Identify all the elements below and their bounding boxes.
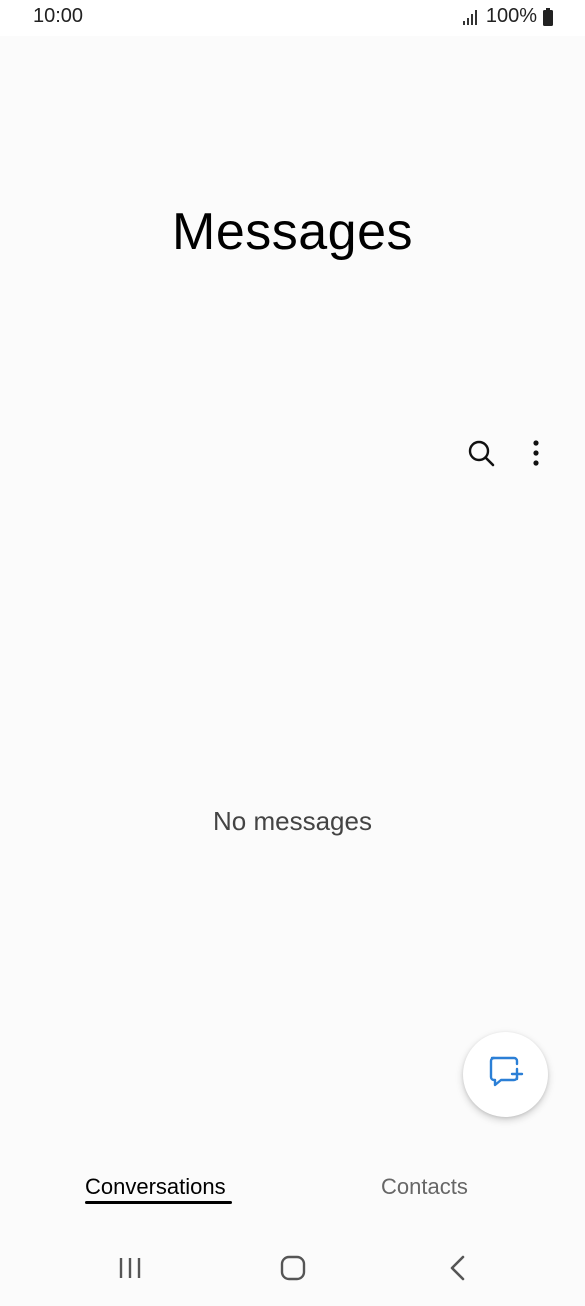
tab-conversations[interactable]: Conversations [85,1174,226,1200]
back-button[interactable] [428,1248,488,1292]
more-options-button[interactable] [514,433,558,477]
tab-contacts[interactable]: Contacts [381,1174,468,1200]
back-icon [449,1255,467,1286]
battery-icon [543,7,553,26]
battery-percent: 100% [485,5,537,27]
empty-state-text: No messages [213,806,372,836]
more-options-icon [532,439,540,471]
page-title: Messages [172,203,413,261]
home-icon [280,1255,306,1286]
signal-icon [462,8,480,26]
camera-notch [232,0,352,34]
recent-apps-icon [118,1256,142,1285]
status-indicators: 100% [462,5,553,28]
compose-message-icon [487,1054,525,1095]
recent-apps-button[interactable] [100,1248,160,1292]
status-time: 10:00 [33,5,84,27]
messages-screen: 10:00 100% Messages No messages Conversa… [0,0,585,1306]
search-icon [467,439,495,472]
status-bar: 10:00 100% [0,0,585,36]
home-button[interactable] [263,1248,323,1292]
compose-message-button[interactable] [463,1032,548,1117]
search-button[interactable] [459,433,503,477]
tab-selected-indicator [85,1201,232,1204]
